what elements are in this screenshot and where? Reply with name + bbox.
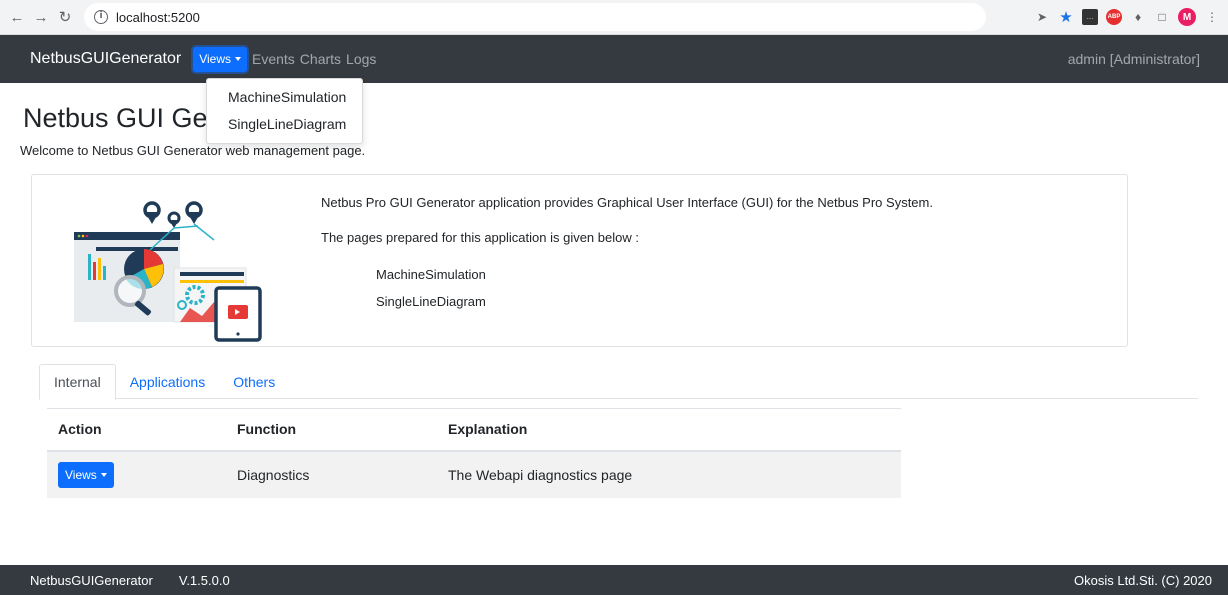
tab-applications[interactable]: Applications <box>116 364 220 399</box>
card-page-machinesimulation: MachineSimulation <box>376 267 486 282</box>
info-icon[interactable]: i <box>94 10 108 24</box>
user-menu[interactable]: admin [Administrator] <box>1068 51 1200 67</box>
cell-function: Diagnostics <box>226 450 437 498</box>
row-views-dropdown-button[interactable]: Views <box>58 461 114 488</box>
column-header-function: Function <box>226 408 437 452</box>
column-header-explanation: Explanation <box>437 408 901 452</box>
browser-menu-icon[interactable]: ⋮ <box>1204 9 1220 25</box>
tab-bar: Internal Applications Others <box>39 364 1198 400</box>
table-header-row: Action Function Explanation <box>47 408 901 452</box>
nav-events[interactable]: Events <box>252 51 295 67</box>
views-dropdown-menu: MachineSimulation SingleLineDiagram <box>206 78 363 144</box>
side-panel-icon[interactable]: □ <box>1154 9 1170 25</box>
browser-extensions: ➤ ★ … ABP ♦ □ M ⋮ <box>1034 8 1220 26</box>
footer-version: V.1.5.0.0 <box>178 572 230 588</box>
address-bar[interactable]: i localhost:5200 <box>84 3 986 31</box>
adblock-extension-icon[interactable]: ABP <box>1106 9 1122 25</box>
puzzle-extensions-icon[interactable]: ♦ <box>1130 9 1146 25</box>
browser-nav-buttons: ← → ↻ <box>6 6 76 28</box>
navbar-brand[interactable]: NetbusGUIGenerator <box>30 50 181 68</box>
nav-charts[interactable]: Charts <box>300 51 341 67</box>
nav-views-label: Views <box>199 52 231 66</box>
send-tab-icon[interactable]: ➤ <box>1034 9 1050 25</box>
welcome-text: Welcome to Netbus GUI Generator web mana… <box>20 143 366 158</box>
browser-toolbar: ← → ↻ i localhost:5200 ➤ ★ … ABP ♦ □ M ⋮ <box>0 0 1228 35</box>
card-description: Netbus Pro GUI Generator application pro… <box>321 195 933 210</box>
column-header-action: Action <box>47 408 226 452</box>
forward-arrow-icon[interactable]: → <box>30 6 52 28</box>
caret-down-icon <box>100 472 107 477</box>
caret-down-icon <box>234 57 241 61</box>
dropdown-item-machinesimulation[interactable]: MachineSimulation <box>207 84 362 111</box>
card-pages-intro: The pages prepared for this application … <box>321 230 639 245</box>
profile-avatar[interactable]: M <box>1178 8 1196 26</box>
nav-views-dropdown[interactable]: Views <box>193 46 247 72</box>
dropdown-item-singlelinediagram[interactable]: SingleLineDiagram <box>207 111 362 138</box>
back-arrow-icon[interactable]: ← <box>6 6 28 28</box>
card-page-singlelinediagram: SingleLineDiagram <box>376 294 486 309</box>
dashboard-illustration <box>74 201 262 342</box>
cell-explanation: The Webapi diagnostics page <box>437 450 901 498</box>
footer-brand: NetbusGUIGenerator <box>30 572 153 588</box>
row-views-label: Views <box>65 467 97 482</box>
functions-table: Action Function Explanation Views Diagno… <box>47 408 901 498</box>
tab-others[interactable]: Others <box>219 364 289 399</box>
nav-items: Views Events Charts Logs <box>193 46 376 72</box>
footer-copyright: Okosis Ltd.Sti. (C) 2020 <box>1074 572 1212 588</box>
address-bar-url: localhost:5200 <box>116 9 200 25</box>
cell-action: Views <box>47 450 226 498</box>
reload-icon[interactable]: ↻ <box>54 6 76 28</box>
page-footer: NetbusGUIGenerator V.1.5.0.0 Okosis Ltd.… <box>0 565 1228 595</box>
bookmark-star-icon[interactable]: ★ <box>1058 9 1074 26</box>
terminal-extension-icon[interactable]: … <box>1082 9 1098 25</box>
table-row: Views Diagnostics The Webapi diagnostics… <box>47 450 901 498</box>
app-navbar: NetbusGUIGenerator Views Events Charts L… <box>0 35 1228 83</box>
info-card: Netbus Pro GUI Generator application pro… <box>31 174 1128 347</box>
nav-logs[interactable]: Logs <box>346 51 376 67</box>
tab-internal[interactable]: Internal <box>39 364 116 400</box>
